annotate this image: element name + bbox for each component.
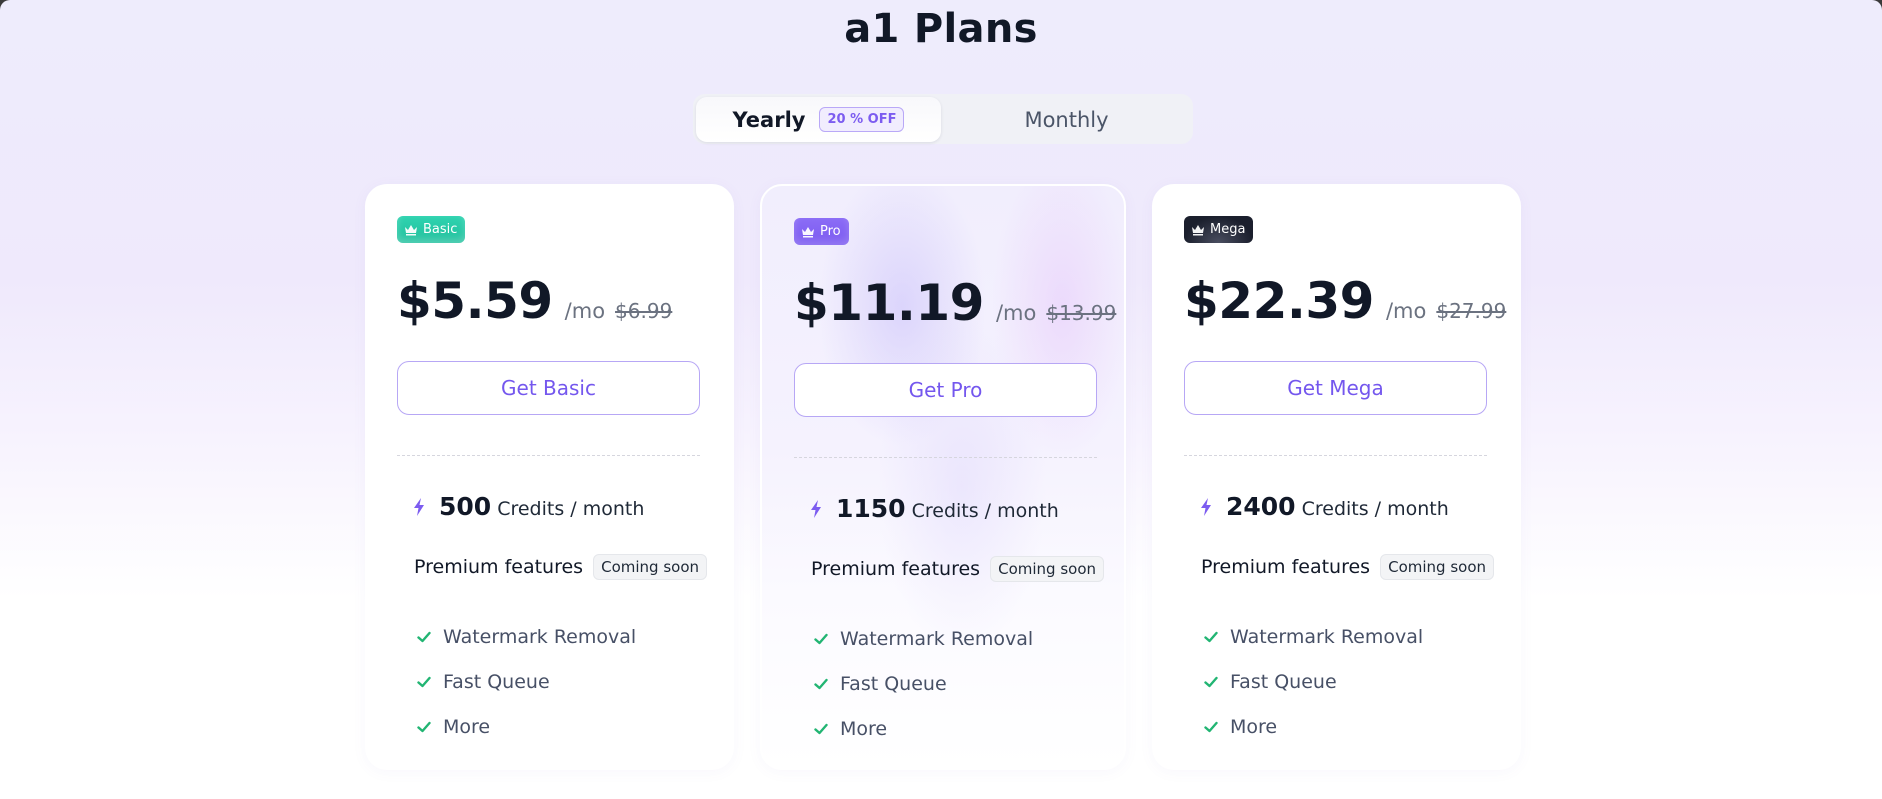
price-row: $11.19 /mo $13.99: [794, 274, 1116, 332]
check-icon: [1204, 721, 1218, 732]
check-icon: [417, 721, 431, 732]
plan-badge-label: Mega: [1210, 222, 1246, 237]
credit-amount: 2400: [1226, 492, 1296, 521]
crown-icon: [802, 226, 814, 237]
feature-item: More: [417, 704, 636, 749]
toggle-yearly[interactable]: Yearly 20 % OFF: [696, 97, 941, 142]
check-icon: [814, 678, 828, 689]
price-row: $5.59 /mo $6.99: [397, 272, 672, 330]
price-period: /mo: [1385, 299, 1427, 323]
feature-item: Watermark Removal: [1204, 614, 1423, 659]
plan-card-pro: Pro $11.19 /mo $13.99 Get Pro 1150 Credi…: [760, 184, 1126, 770]
feature-item: Fast Queue: [1204, 659, 1423, 704]
original-price: $13.99: [1046, 301, 1117, 325]
feature-label: Watermark Removal: [443, 625, 637, 648]
feature-label: Watermark Removal: [1230, 625, 1424, 648]
crown-icon: [1192, 224, 1204, 235]
plan-badge-label: Pro: [820, 224, 841, 239]
credit-unit: Credits / month: [1301, 498, 1449, 520]
credit-unit: Credits / month: [497, 498, 645, 520]
plan-badge: Pro: [794, 218, 849, 245]
check-icon: [417, 631, 431, 642]
feature-item: Watermark Removal: [814, 616, 1033, 661]
credit-unit: Credits / month: [911, 500, 1059, 522]
credit-amount: 500: [439, 492, 492, 521]
plan-price: $5.59: [397, 272, 553, 330]
premium-row: Premium features Coming soon: [811, 556, 1104, 582]
plan-badge: Basic: [397, 216, 466, 243]
lightning-icon: [1201, 497, 1211, 516]
billing-toggle: Yearly 20 % OFF Monthly: [693, 94, 1193, 144]
credits-row: 2400 Credits / month: [1200, 492, 1449, 521]
coming-soon-badge: Coming soon: [1380, 554, 1494, 580]
lightning-icon: [811, 499, 821, 518]
toggle-monthly-label: Monthly: [1024, 107, 1109, 132]
feature-item: Watermark Removal: [417, 614, 636, 659]
check-icon: [1204, 631, 1218, 642]
check-icon: [1204, 676, 1218, 687]
plan-card-mega: Mega $22.39 /mo $27.99 Get Mega 2400 Cre…: [1152, 184, 1521, 770]
get-plan-button[interactable]: Get Basic: [397, 361, 700, 415]
price-row: $22.39 /mo $27.99: [1184, 272, 1506, 330]
premium-label: Premium features: [811, 558, 981, 580]
plan-price: $22.39: [1184, 272, 1374, 330]
feature-list: Watermark Removal Fast Queue More: [814, 616, 1033, 751]
credit-amount: 1150: [836, 494, 906, 523]
premium-row: Premium features Coming soon: [414, 554, 707, 580]
lightning-icon: [414, 497, 424, 516]
premium-label: Premium features: [414, 556, 584, 578]
coming-soon-badge: Coming soon: [990, 556, 1104, 582]
credits-row: 1150 Credits / month: [810, 494, 1059, 523]
divider: [794, 457, 1097, 458]
feature-label: Fast Queue: [1230, 670, 1337, 693]
feature-list: Watermark Removal Fast Queue More: [417, 614, 636, 749]
discount-badge: 20 % OFF: [819, 107, 905, 132]
toggle-monthly[interactable]: Monthly: [943, 97, 1190, 142]
feature-label: Fast Queue: [443, 670, 550, 693]
plan-badge-label: Basic: [423, 222, 458, 237]
check-icon: [814, 633, 828, 644]
divider: [397, 455, 700, 456]
feature-label: Fast Queue: [840, 672, 947, 695]
toggle-yearly-label: Yearly: [732, 107, 806, 132]
feature-item: Fast Queue: [417, 659, 636, 704]
feature-item: Fast Queue: [814, 661, 1033, 706]
original-price: $6.99: [615, 299, 673, 323]
original-price: $27.99: [1436, 299, 1507, 323]
feature-item: More: [1204, 704, 1423, 749]
feature-list: Watermark Removal Fast Queue More: [1204, 614, 1423, 749]
pricing-page: a1 Plans Yearly 20 % OFF Monthly Basic $…: [0, 0, 1882, 799]
feature-label: Watermark Removal: [840, 627, 1034, 650]
feature-label: More: [443, 715, 491, 738]
feature-item: More: [814, 706, 1033, 751]
get-plan-button[interactable]: Get Mega: [1184, 361, 1487, 415]
check-icon: [814, 723, 828, 734]
premium-label: Premium features: [1201, 556, 1371, 578]
check-icon: [417, 676, 431, 687]
price-period: /mo: [564, 299, 606, 323]
plan-badge: Mega: [1184, 216, 1254, 243]
coming-soon-badge: Coming soon: [593, 554, 707, 580]
plan-card-basic: Basic $5.59 /mo $6.99 Get Basic 500 Cred…: [365, 184, 734, 770]
feature-label: More: [1230, 715, 1278, 738]
price-period: /mo: [995, 301, 1037, 325]
feature-label: More: [840, 717, 888, 740]
premium-row: Premium features Coming soon: [1201, 554, 1494, 580]
crown-icon: [405, 224, 417, 235]
divider: [1184, 455, 1487, 456]
page-title: a1 Plans: [844, 6, 1038, 52]
get-plan-button[interactable]: Get Pro: [794, 363, 1097, 417]
credits-row: 500 Credits / month: [413, 492, 644, 521]
plan-price: $11.19: [794, 274, 984, 332]
